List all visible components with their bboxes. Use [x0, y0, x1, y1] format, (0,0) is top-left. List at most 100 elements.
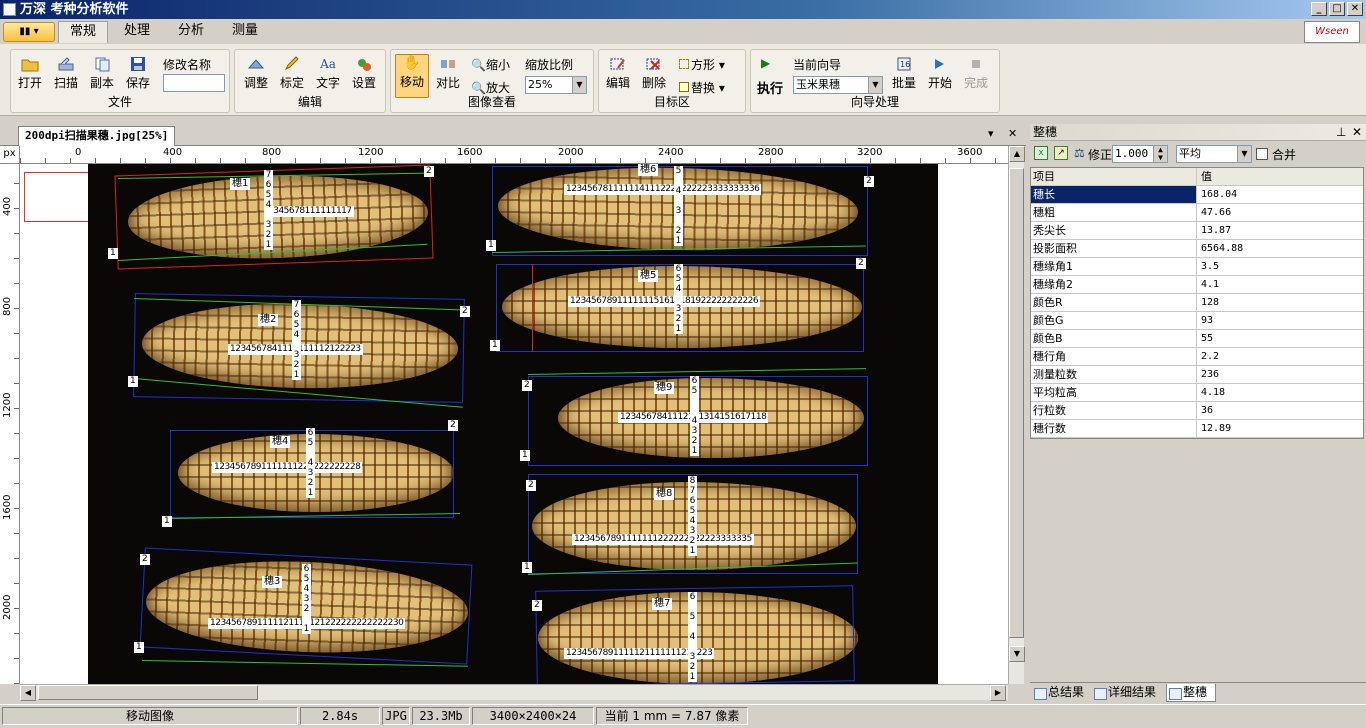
row-count-column: 7654321 [264, 170, 273, 250]
row-count-column: 654321 [690, 376, 699, 456]
tab-menu-icon[interactable]: ▾ [988, 127, 994, 140]
tab-whole-ear[interactable]: 整穗 [1166, 684, 1216, 702]
square-button[interactable]: 方形 ▾ [679, 56, 725, 73]
adjust-icon [247, 59, 265, 69]
file-group-label: 文件 [107, 95, 132, 109]
tab-general[interactable]: 常规 [58, 21, 108, 43]
spinner-icon[interactable]: ▲ ▼ [1153, 146, 1167, 162]
row-count-column: 654321 [688, 592, 697, 682]
table-row[interactable]: 颜色B 55 [1031, 330, 1363, 348]
status-time: 2.84s [300, 707, 380, 725]
export-icon[interactable]: ↗ [1054, 146, 1068, 160]
table-row[interactable]: 穗长 168.04 [1031, 186, 1363, 204]
status-mode: 移动图像 [2, 707, 298, 725]
move-button[interactable]: ✋ 移动 [395, 54, 429, 98]
close-document-icon[interactable]: ✕ [1008, 127, 1017, 140]
scroll-right-arrow[interactable]: ▶ [990, 685, 1006, 701]
target-edit-button[interactable]: 编辑 [601, 56, 635, 91]
ruler-label: 2400 [658, 147, 684, 158]
ruler-label: 0 [75, 147, 82, 158]
corner-marker: 2 [140, 554, 150, 565]
compare-icon [441, 60, 455, 68]
tab-summary[interactable]: 总结果 [1032, 684, 1090, 702]
image-canvas[interactable]: 穗1 2345678111111117 7654321 1 2 穗2 12345… [20, 164, 1008, 684]
settings-button[interactable]: 设置 [347, 56, 381, 91]
compare-button[interactable]: 对比 [431, 56, 465, 91]
close-button[interactable]: ✕ [1347, 2, 1363, 16]
document-tab[interactable]: 200dpi扫描果穗.jpg[25%] [18, 126, 176, 146]
target-group: 编辑 删除 方形 ▾ 替换 ▾ 目标区 [598, 49, 746, 113]
ear-label: 穗9 [654, 382, 675, 394]
scroll-left-arrow[interactable]: ◀ [20, 685, 36, 701]
finish-button[interactable]: 完成 [959, 56, 993, 91]
mode-select[interactable]: 平均 ▼ [1176, 145, 1252, 163]
kernel-count-row: 2345678111111117 [266, 206, 354, 217]
tab-detail[interactable]: 详细结果 [1092, 684, 1164, 702]
maximize-button[interactable]: □ [1329, 2, 1345, 16]
scan-button[interactable]: 扫描 [49, 56, 83, 91]
corn-ear-image[interactable]: 穗1 2345678111111117 7654321 1 2 穗2 12345… [88, 164, 938, 684]
table-row[interactable]: 颜色R 128 [1031, 294, 1363, 312]
table-row[interactable]: 平均粒高 4.18 [1031, 384, 1363, 402]
table-row[interactable]: 颜色G 93 [1031, 312, 1363, 330]
play-icon: ▶ [761, 56, 771, 70]
ruler-label: 1200 [358, 147, 384, 158]
app-menu-button[interactable]: ▮▮ ▾ [3, 22, 55, 42]
header-item: 项目 [1031, 168, 1197, 185]
ear-label: 穗5 [638, 270, 659, 282]
edit-group-label: 编辑 [297, 95, 322, 109]
horizontal-scrollbar[interactable]: ◀ ▶ [20, 684, 1008, 701]
minimize-button[interactable]: _ [1311, 2, 1327, 16]
copy-button[interactable]: 副本 [85, 56, 119, 91]
pin-icon[interactable]: ⊥ [1336, 124, 1346, 141]
target-delete-button[interactable]: 删除 [637, 56, 671, 91]
ruler-label: 800 [2, 296, 13, 316]
scroll-thumb[interactable] [38, 685, 258, 700]
scroll-thumb[interactable] [1009, 168, 1024, 638]
calibrate-button[interactable]: 标定 [275, 56, 309, 91]
ruler-label: 1600 [2, 494, 13, 520]
text-button[interactable]: Aa 文字 [311, 56, 345, 91]
adjust-button[interactable]: 调整 [239, 56, 273, 91]
corner-marker: 2 [424, 166, 434, 177]
app-icon [3, 3, 16, 16]
panel-title-bar: 整穗 ⊥ ✕ [1030, 124, 1366, 141]
table-row[interactable]: 行粒数 36 [1031, 402, 1363, 420]
row-count-column: 654321 [674, 264, 683, 334]
dashed-square-icon [679, 59, 689, 69]
zoom-out-button[interactable]: 🔍缩小 [471, 56, 510, 73]
scroll-up-arrow[interactable]: ▲ [1009, 146, 1025, 162]
brand-logo: Wseen [1304, 21, 1360, 43]
table-row[interactable]: 秃尖长 13.87 [1031, 222, 1363, 240]
excel-icon[interactable]: x [1034, 146, 1048, 160]
table-row[interactable]: 穗缘角2 4.1 [1031, 276, 1363, 294]
navigator-viewport[interactable] [24, 172, 98, 222]
tab-process[interactable]: 处理 [114, 21, 160, 43]
table-row[interactable]: 投影面积 6564.88 [1031, 240, 1363, 258]
table-row[interactable]: 穗行角 2.2 [1031, 348, 1363, 366]
table-row[interactable]: 穗粗 47.66 [1031, 204, 1363, 222]
merge-label: 合并 [1272, 148, 1297, 162]
scroll-down-arrow[interactable]: ▼ [1009, 646, 1025, 662]
save-button[interactable]: 保存 [121, 56, 155, 91]
scale-select[interactable]: 25% ▼ [525, 76, 587, 94]
tab-analysis[interactable]: 分析 [168, 21, 214, 43]
correction-input[interactable]: 1.000 ▲ ▼ [1112, 145, 1168, 163]
close-panel-icon[interactable]: ✕ [1352, 124, 1362, 141]
open-button[interactable]: 打开 [13, 56, 47, 91]
grid-header: 项目值 [1031, 168, 1363, 186]
table-row[interactable]: 穗行数 12.89 [1031, 420, 1363, 438]
image-view-group: ✋ 移动 对比 🔍缩小 🔍放大 缩放比例 25% ▼ 图像查看 [390, 49, 594, 113]
text-icon: Aa [320, 57, 336, 71]
wizard-select[interactable]: 玉米果穗 ▼ [793, 76, 883, 94]
merge-checkbox[interactable] [1256, 148, 1268, 160]
rename-input[interactable] [163, 74, 225, 92]
table-row[interactable]: 测量粒数 236 [1031, 366, 1363, 384]
batch-button[interactable]: 16 批量 [887, 56, 921, 91]
ear-label: 穗7 [652, 598, 673, 610]
start-button[interactable]: 开始 [923, 56, 957, 91]
vertical-scrollbar[interactable]: ▲ ▼ [1008, 146, 1025, 684]
table-row[interactable]: 穗缘角1 3.5 [1031, 258, 1363, 276]
tab-measure[interactable]: 测量 [222, 21, 268, 43]
panel-toolbar: x ↗ ⚖ 修正: 1.000 ▲ ▼ 平均 ▼ 合并 [1030, 142, 1366, 166]
